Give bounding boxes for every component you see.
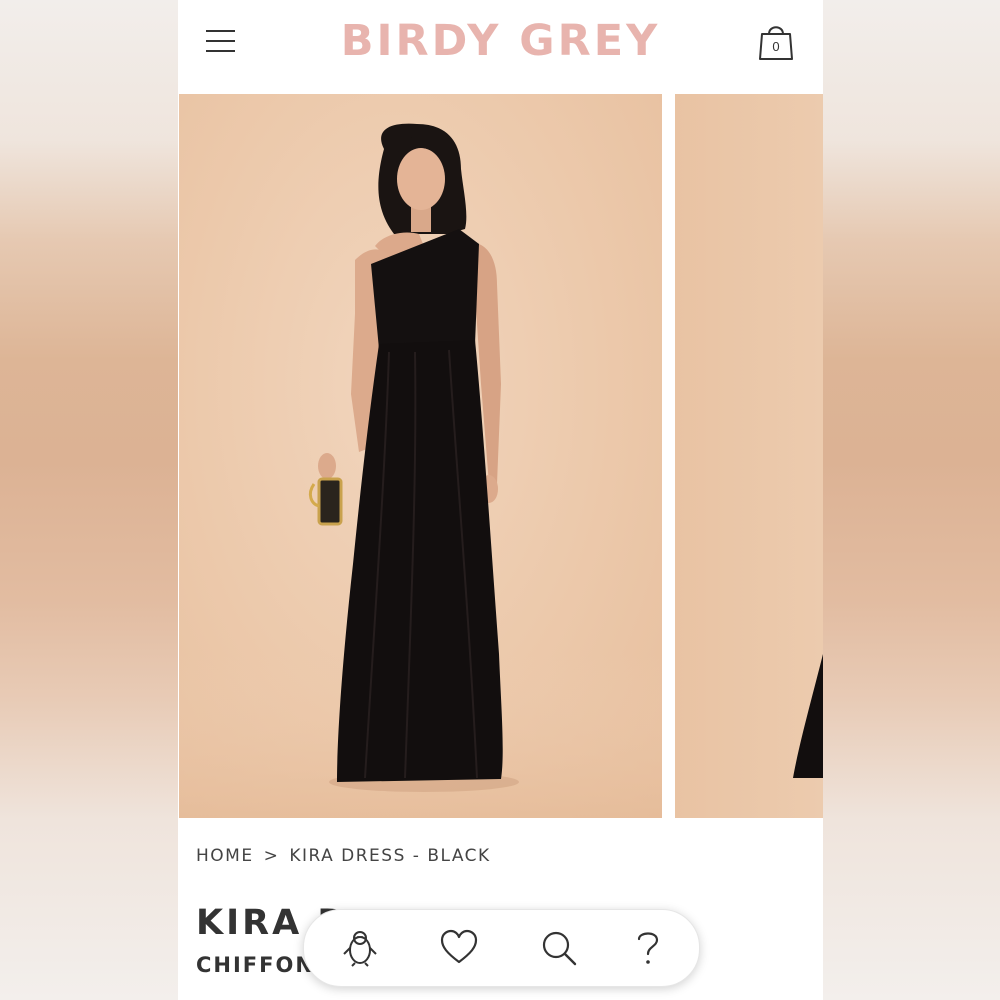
breadcrumb-separator: >	[263, 846, 280, 866]
site-header: BIRDY GREY 0	[178, 0, 823, 93]
brand-logo-link[interactable]: BIRDY GREY	[341, 16, 660, 66]
model-figure	[179, 123, 662, 818]
hamburger-menu-icon[interactable]	[202, 24, 240, 58]
breadcrumb: HOME > KIRA DRESS - BLACK	[196, 846, 491, 866]
cart-count-badge: 0	[772, 39, 780, 54]
cart-button[interactable]: 0	[754, 20, 798, 64]
wishlist-button[interactable]	[437, 926, 481, 970]
help-button[interactable]	[626, 926, 670, 970]
search-icon	[542, 931, 577, 966]
floating-action-bar	[303, 909, 700, 987]
partial-model-figure	[793, 654, 823, 778]
help-question-icon	[637, 932, 659, 964]
breadcrumb-home-link[interactable]: HOME	[196, 846, 254, 866]
brand-logo: BIRDY GREY	[178, 16, 823, 66]
blurred-background-left	[0, 0, 178, 1000]
breadcrumb-current-link[interactable]: KIRA DRESS - BLACK	[289, 846, 490, 866]
search-button[interactable]	[537, 926, 581, 970]
penguin-icon	[343, 931, 377, 967]
mobile-page: BIRDY GREY 0 HOME > KIRA DRESS - BLACK K…	[178, 0, 823, 1000]
heart-icon	[440, 929, 478, 964]
blurred-background-right	[823, 0, 1000, 1000]
penguin-button[interactable]	[338, 926, 382, 970]
product-image-next[interactable]	[675, 94, 823, 818]
product-image-main[interactable]	[179, 94, 662, 818]
product-subtitle: CHIFFON	[196, 953, 315, 977]
